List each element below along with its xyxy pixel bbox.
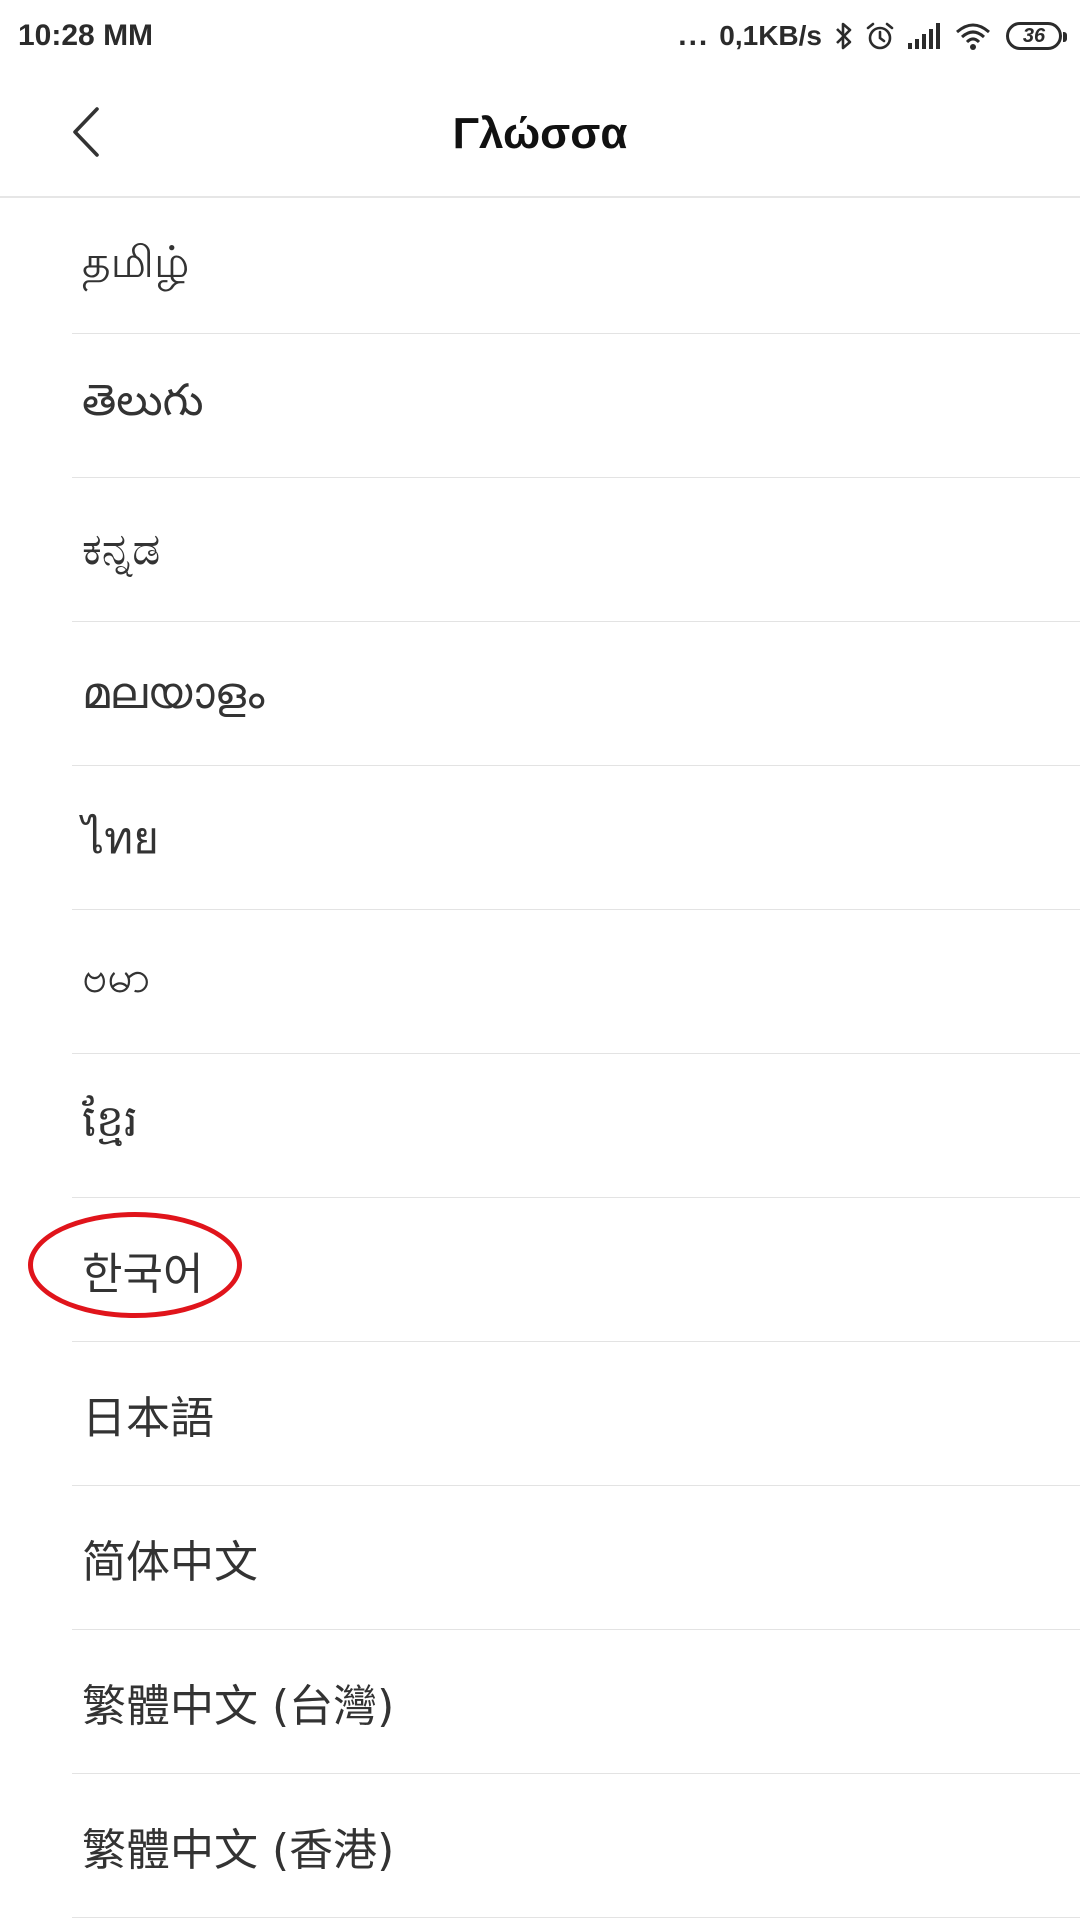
title-bar: Γλώσσα [0, 72, 1080, 198]
bluetooth-icon [834, 20, 854, 52]
language-item-khmer[interactable]: ខ្មែរ [72, 1054, 1080, 1198]
language-item-korean[interactable]: 한국어 [28, 1198, 1080, 1342]
language-item-thai[interactable]: ไทย [72, 766, 1080, 910]
page-title: Γλώσσα [452, 109, 628, 158]
language-item-traditional-chinese-hongkong[interactable]: 繁體中文 (香港) [72, 1774, 1080, 1918]
language-item-tamil[interactable]: தமிழ் [72, 198, 1080, 334]
wifi-icon [954, 21, 992, 51]
language-label: ไทย [82, 812, 159, 864]
battery-level: 36 [1022, 25, 1046, 47]
language-label: ខ្មែរ [82, 1095, 138, 1147]
language-label: ಕನ್ನಡ [82, 524, 161, 575]
language-item-traditional-chinese-taiwan[interactable]: 繁體中文 (台灣) [72, 1630, 1080, 1774]
language-label: తెలుగు [82, 374, 204, 426]
alarm-icon [864, 20, 896, 52]
language-item-simplified-chinese[interactable]: 简体中文 [72, 1486, 1080, 1630]
language-label: 简体中文 [82, 1536, 258, 1588]
language-label: 日本語 [82, 1392, 214, 1444]
language-item-burmese[interactable]: ဗမာ [72, 910, 1080, 1054]
status-bar: 10:28 ΜΜ ... 0,1KB/s 36 [0, 0, 1080, 72]
battery-icon: 36 [1006, 22, 1067, 50]
language-label: 한국어 [82, 1248, 204, 1300]
language-item-japanese[interactable]: 日本語 [72, 1342, 1080, 1486]
language-list: தமிழ் తెలుగు ಕನ್ನಡ മലയാളം ไทย ဗမာ ខ្មែរ … [0, 198, 1080, 1918]
signal-icon [906, 21, 944, 51]
network-speed: 0,1KB/s [719, 20, 822, 51]
language-label: ဗမာ [82, 951, 151, 1003]
language-label: 繁體中文 (台灣) [82, 1680, 395, 1732]
status-time: 10:28 ΜΜ [18, 19, 154, 52]
language-item-malayalam[interactable]: മലയാളം [72, 622, 1080, 766]
language-label: தமிழ் [82, 237, 190, 288]
language-settings-screen: 10:28 ΜΜ ... 0,1KB/s 36 Γλώσσα தமிழ் తెల… [0, 0, 1080, 1920]
language-item-telugu[interactable]: తెలుగు [72, 334, 1080, 478]
language-item-kannada[interactable]: ಕನ್ನಡ [72, 478, 1080, 622]
language-label: 繁體中文 (香港) [82, 1824, 395, 1876]
more-notifications-indicator: ... [678, 19, 710, 52]
language-label: മലയാളം [82, 668, 265, 719]
